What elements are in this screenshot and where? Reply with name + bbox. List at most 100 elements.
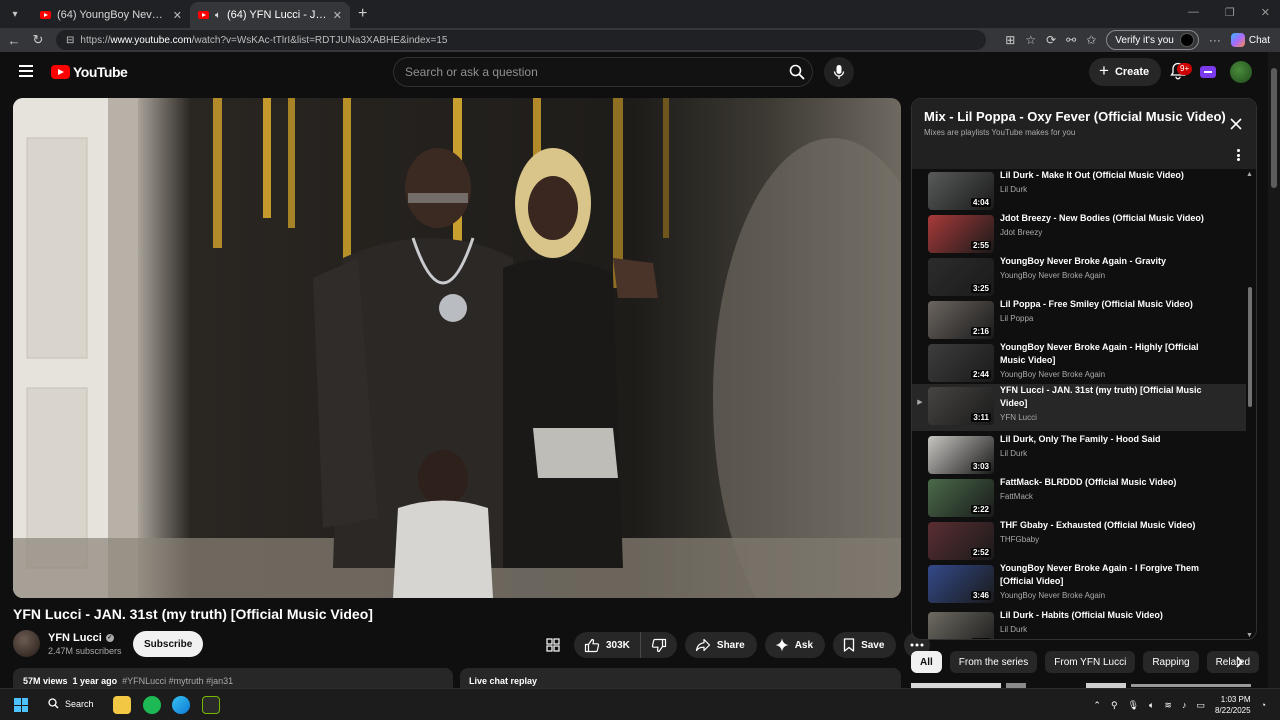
video-player[interactable] — [13, 98, 901, 598]
playlist-item-title[interactable]: YFN Lucci - JAN. 31st (my truth) [Offici… — [1000, 384, 1222, 410]
scroll-up-icon[interactable]: ▲ — [1246, 171, 1253, 178]
playlist-thumbnail[interactable]: 2:52 — [928, 522, 994, 560]
channel-name[interactable]: YFN Lucci ✓ — [48, 632, 122, 644]
tab-close-icon[interactable]: ✕ — [173, 9, 182, 22]
search-input[interactable] — [394, 58, 782, 86]
verify-profile-button[interactable]: Verify it's you — [1106, 30, 1199, 50]
taskbar-search[interactable]: Search — [48, 698, 94, 709]
playlist-title[interactable]: Mix - Lil Poppa - Oxy Fever (Official Mu… — [924, 109, 1244, 124]
notification-center-icon[interactable]: ◔ — [1261, 700, 1266, 710]
playlist-item[interactable]: 4:04 Lil Durk - Make It Out (Official Mus… — [912, 169, 1246, 212]
playlist-item[interactable]: 2:16 Lil Poppa - Free Smiley (Official Mu… — [912, 298, 1246, 341]
playlist-item-title[interactable]: Lil Durk - Habits (Official Music Video) — [1000, 609, 1222, 622]
dislike-button[interactable] — [641, 632, 677, 658]
save-button[interactable]: Save — [833, 632, 897, 658]
description-box[interactable]: 57M views 1 year ago #YFNLucci #mytruth … — [13, 668, 453, 688]
playlist-item[interactable]: ▶ 3:11 YFN Lucci - JAN. 31st (my truth) [O… — [912, 384, 1246, 431]
page-scrollbar[interactable] — [1268, 52, 1280, 688]
clock[interactable]: 1:03 PM 8/22/2025 — [1215, 694, 1251, 716]
close-window-icon[interactable]: ✕ — [1261, 6, 1270, 19]
playlist-item-title[interactable]: Lil Poppa - Free Smiley (Official Music … — [1000, 298, 1222, 311]
playlist-item-title[interactable]: Lil Durk, Only The Family - Hood Said — [1000, 433, 1222, 446]
ask-button[interactable]: Ask — [764, 632, 826, 658]
chevron-right-icon[interactable] — [1232, 655, 1246, 669]
wifi-icon[interactable]: ≋ — [1164, 700, 1172, 711]
create-button[interactable]: + Create — [1089, 58, 1162, 86]
tab-close-icon[interactable]: ✕ — [333, 9, 342, 22]
browser-tab-2[interactable]: 🔈︎ (64) YFN Lucci - JAN. 31st (my ✕ — [190, 2, 350, 28]
nvidia-app-icon[interactable] — [202, 696, 220, 714]
share-button[interactable]: Share — [684, 632, 757, 658]
close-playlist-icon[interactable] — [1228, 116, 1244, 132]
account-avatar[interactable] — [1230, 61, 1252, 83]
scroll-thumb[interactable] — [1248, 287, 1252, 407]
copilot-chat-button[interactable]: Chat — [1230, 33, 1270, 47]
favorite-star-icon[interactable]: ☆ — [1025, 33, 1036, 47]
tab-list-button[interactable]: ▾ — [4, 4, 26, 24]
premium-icon[interactable] — [1200, 66, 1216, 78]
windows-start-icon[interactable] — [14, 698, 28, 712]
minimize-icon[interactable]: — — [1188, 6, 1199, 19]
subscribe-button[interactable]: Subscribe — [133, 631, 204, 657]
playlist-thumbnail[interactable]: 4:04 — [928, 172, 994, 210]
browser-tab-1[interactable]: (64) YoungBoy Never Broke A ✕ — [32, 2, 190, 28]
playlist-item-title[interactable]: FattMack- BLRDDD (Official Music Video) — [1000, 476, 1222, 489]
playlist-thumbnail[interactable]: 2:55 — [928, 215, 994, 253]
file-explorer-icon[interactable] — [113, 696, 131, 714]
url-field[interactable]: ⊟ https://www.youtube.com/watch?v=WsKAc-… — [56, 30, 986, 50]
voice-search-mic-icon[interactable] — [824, 57, 854, 87]
live-chat-replay[interactable]: Live chat replay — [460, 668, 901, 688]
spotify-icon[interactable] — [143, 696, 161, 714]
hashtags[interactable]: #YFNLucci #mytruth #jan31 — [122, 676, 233, 686]
scroll-down-icon[interactable]: ▼ — [1246, 632, 1253, 639]
battery-icon[interactable]: ▭ — [1196, 700, 1205, 711]
search-icon[interactable] — [782, 58, 812, 86]
location-icon[interactable]: ⚲ — [1111, 700, 1118, 711]
playlist-item-title[interactable]: THF Gbaby - Exhausted (Official Music Vi… — [1000, 519, 1222, 532]
maximize-icon[interactable]: ❐ — [1225, 6, 1235, 19]
playlist-thumbnail[interactable]: 3:43 — [928, 612, 994, 639]
playlist-thumbnail[interactable]: 2:44 — [928, 344, 994, 382]
playlist-item[interactable]: 3:25 YoungBoy Never Broke Again - Gravity… — [912, 255, 1246, 298]
playlist-item[interactable]: 3:46 YoungBoy Never Broke Again - I Forgi… — [912, 562, 1246, 609]
playlist-item-title[interactable]: YoungBoy Never Broke Again - I Forgive T… — [1000, 562, 1222, 588]
playlist-thumbnail[interactable]: 3:46 — [928, 565, 994, 603]
playlist-item[interactable]: 2:55 Jdot Breezy - New Bodies (Official M… — [912, 212, 1246, 255]
like-button[interactable]: 303K — [574, 632, 641, 658]
playlist-item[interactable]: 3:43 Lil Durk - Habits (Official Music Vi… — [912, 609, 1246, 639]
playlist-item[interactable]: 2:52 THF Gbaby - Exhausted (Official Musi… — [912, 519, 1246, 562]
reload-icon[interactable]: ↻ — [26, 32, 50, 48]
filter-chip[interactable]: Rapping — [1143, 651, 1199, 673]
playlist-thumbnail[interactable]: 3:03 — [928, 436, 994, 474]
playlist-thumbnail[interactable]: 3:11 — [928, 387, 994, 425]
youtube-logo[interactable]: YouTube — [51, 64, 128, 80]
tray-overflow-chevron-icon[interactable]: ⌃ — [1093, 700, 1101, 711]
back-icon[interactable]: ← — [2, 33, 26, 48]
playlist-item[interactable]: 2:22 FattMack- BLRDDD (Official Music Vid… — [912, 476, 1246, 519]
speaker-icon[interactable]: 🔈︎ — [215, 10, 221, 21]
more-menu-icon[interactable]: ··· — [1209, 33, 1221, 47]
edge-browser-icon[interactable] — [172, 696, 190, 714]
playlist-item[interactable]: 3:03 Lil Durk, Only The Family - Hood Sai… — [912, 433, 1246, 476]
wallet-icon[interactable]: ⚯ — [1066, 33, 1076, 47]
playlist-item-title[interactable]: Jdot Breezy - New Bodies (Official Music… — [1000, 212, 1222, 225]
playlist-item-title[interactable]: Lil Durk - Make It Out (Official Music V… — [1000, 169, 1222, 182]
menu-icon[interactable] — [19, 65, 33, 77]
playlist-thumbnail[interactable]: 3:25 — [928, 258, 994, 296]
filter-chip[interactable]: From YFN Lucci — [1045, 651, 1136, 673]
playlist-item[interactable]: 2:44 YoungBoy Never Broke Again - Highly … — [912, 341, 1246, 388]
split-screen-icon[interactable]: ⊞ — [1005, 33, 1015, 47]
favorites-icon[interactable]: ✩ — [1086, 33, 1096, 47]
new-tab-button[interactable]: + — [358, 5, 367, 23]
page-scroll-thumb[interactable] — [1271, 68, 1277, 188]
volume-speaker-icon[interactable]: 🔈︎ — [1149, 700, 1154, 711]
playlist-menu-icon[interactable] — [1236, 149, 1240, 161]
speaker-icon[interactable]: ♪ — [1182, 700, 1187, 710]
playlist-thumbnail[interactable]: 2:16 — [928, 301, 994, 339]
channel-avatar[interactable] — [13, 630, 40, 657]
playlist-scrollbar[interactable]: ▲ ▼ — [1246, 169, 1254, 639]
playlist-item-title[interactable]: YoungBoy Never Broke Again - Highly [Off… — [1000, 341, 1222, 367]
playlist-add-icon[interactable] — [540, 632, 566, 658]
playlist-thumbnail[interactable]: 2:22 — [928, 479, 994, 517]
playlist-item-title[interactable]: YoungBoy Never Broke Again - Gravity — [1000, 255, 1222, 268]
